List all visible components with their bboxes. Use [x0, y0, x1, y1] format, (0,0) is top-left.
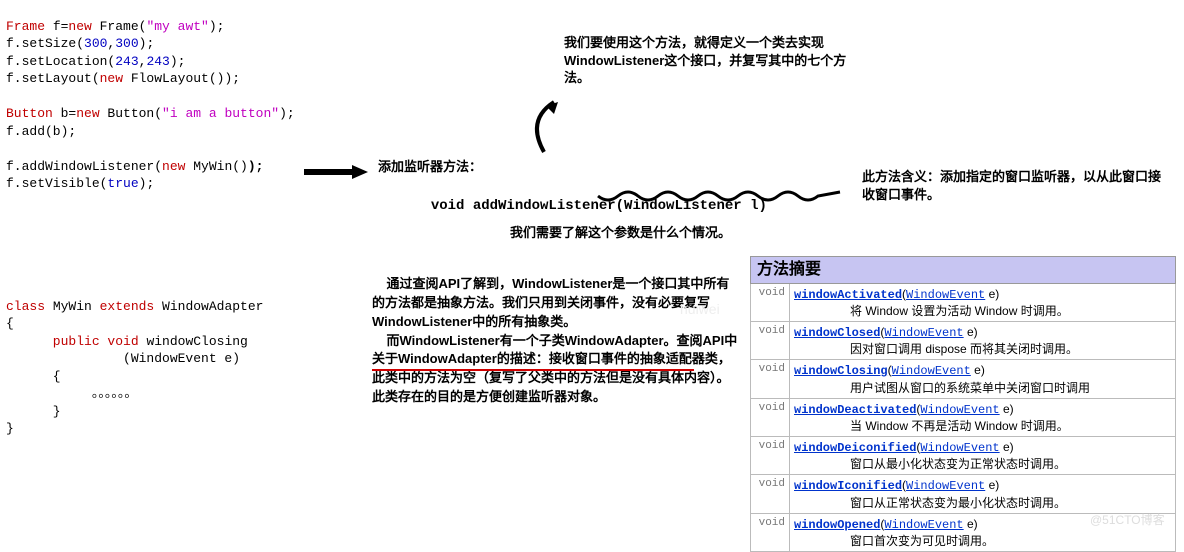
return-type: void: [751, 437, 790, 475]
note-add-listener: 添加监听器方法：: [378, 158, 482, 176]
method-desc: 窗口首次变为可见时调用。: [794, 533, 1171, 549]
method-link[interactable]: windowActivated: [794, 288, 902, 302]
return-type: void: [751, 475, 790, 513]
table-row: voidwindowClosing(WindowEvent e)用户试图从窗口的…: [751, 360, 1176, 398]
method-desc: 窗口从正常状态变为最小化状态时调用。: [794, 495, 1171, 511]
code-snippet-main: Frame f=new Frame("my awt"); f.setSize(3…: [6, 0, 295, 193]
param-type-link[interactable]: WindowEvent: [906, 288, 985, 302]
note-param: 我们需要了解这个参数是什么个情况。: [510, 224, 740, 242]
table-header: 方法摘要: [751, 257, 1176, 284]
table-row: voidwindowActivated(WindowEvent e)将 Wind…: [751, 283, 1176, 321]
method-cell: windowIconified(WindowEvent e)窗口从正常状态变为最…: [790, 475, 1176, 513]
method-cell: windowClosing(WindowEvent e)用户试图从窗口的系统菜单…: [790, 360, 1176, 398]
curved-arrow-icon: [524, 100, 564, 160]
param-type-link[interactable]: WindowEvent: [920, 403, 999, 417]
method-desc: 因对窗口调用 dispose 而将其关闭时调用。: [794, 341, 1171, 357]
method-cell: windowDeactivated(WindowEvent e)当 Window…: [790, 398, 1176, 436]
method-link[interactable]: windowDeactivated: [794, 403, 916, 417]
method-desc: 用户试图从窗口的系统菜单中关闭窗口时调用: [794, 380, 1171, 396]
center-watermark: huiwei: [680, 300, 720, 319]
table-row: voidwindowDeiconified(WindowEvent e)窗口从最…: [751, 437, 1176, 475]
method-cell: windowClosed(WindowEvent e)因对窗口调用 dispos…: [790, 321, 1176, 359]
note-usage: 我们要使用这个方法，就得定义一个类去实现WindowListener这个接口，并…: [564, 34, 864, 87]
return-type: void: [751, 283, 790, 321]
method-link[interactable]: windowClosing: [794, 364, 888, 378]
param-type-link[interactable]: WindowEvent: [884, 326, 963, 340]
note-meaning: 此方法含义：添加指定的窗口监听器，以从此窗口接收窗口事件。: [862, 168, 1172, 203]
param-type-link[interactable]: WindowEvent: [906, 479, 985, 493]
return-type: void: [751, 321, 790, 359]
watermark: @51CTO博客: [1090, 512, 1165, 528]
param-type-link[interactable]: WindowEvent: [892, 364, 971, 378]
return-type: void: [751, 360, 790, 398]
param-type-link[interactable]: WindowEvent: [884, 518, 963, 532]
method-summary-table: 方法摘要 voidwindowActivated(WindowEvent e)将…: [750, 256, 1176, 552]
table-row: voidwindowIconified(WindowEvent e)窗口从正常状…: [751, 475, 1176, 513]
method-link[interactable]: windowOpened: [794, 518, 880, 532]
method-signature: void addWindowListener(WindowListener l): [414, 178, 767, 216]
method-desc: 将 Window 设置为活动 Window 时调用。: [794, 303, 1171, 319]
code-snippet-mywin: class MyWin extends WindowAdapter { publ…: [6, 280, 263, 438]
method-link[interactable]: windowIconified: [794, 479, 902, 493]
return-type: void: [751, 398, 790, 436]
red-underline-icon: [372, 369, 694, 371]
method-desc: 窗口从最小化状态变为正常状态时调用。: [794, 456, 1171, 472]
table-row: voidwindowClosed(WindowEvent e)因对窗口调用 di…: [751, 321, 1176, 359]
note-api: 通过查阅API了解到，WindowListener是一个接口其中所有的方法都是抽…: [372, 275, 742, 407]
method-link[interactable]: windowClosed: [794, 326, 880, 340]
method-cell: windowDeiconified(WindowEvent e)窗口从最小化状态…: [790, 437, 1176, 475]
table-row: voidwindowDeactivated(WindowEvent e)当 Wi…: [751, 398, 1176, 436]
arrow-icon: [302, 163, 372, 181]
method-desc: 当 Window 不再是活动 Window 时调用。: [794, 418, 1171, 434]
method-cell: windowActivated(WindowEvent e)将 Window 设…: [790, 283, 1176, 321]
method-link[interactable]: windowDeiconified: [794, 441, 916, 455]
param-type-link[interactable]: WindowEvent: [920, 441, 999, 455]
